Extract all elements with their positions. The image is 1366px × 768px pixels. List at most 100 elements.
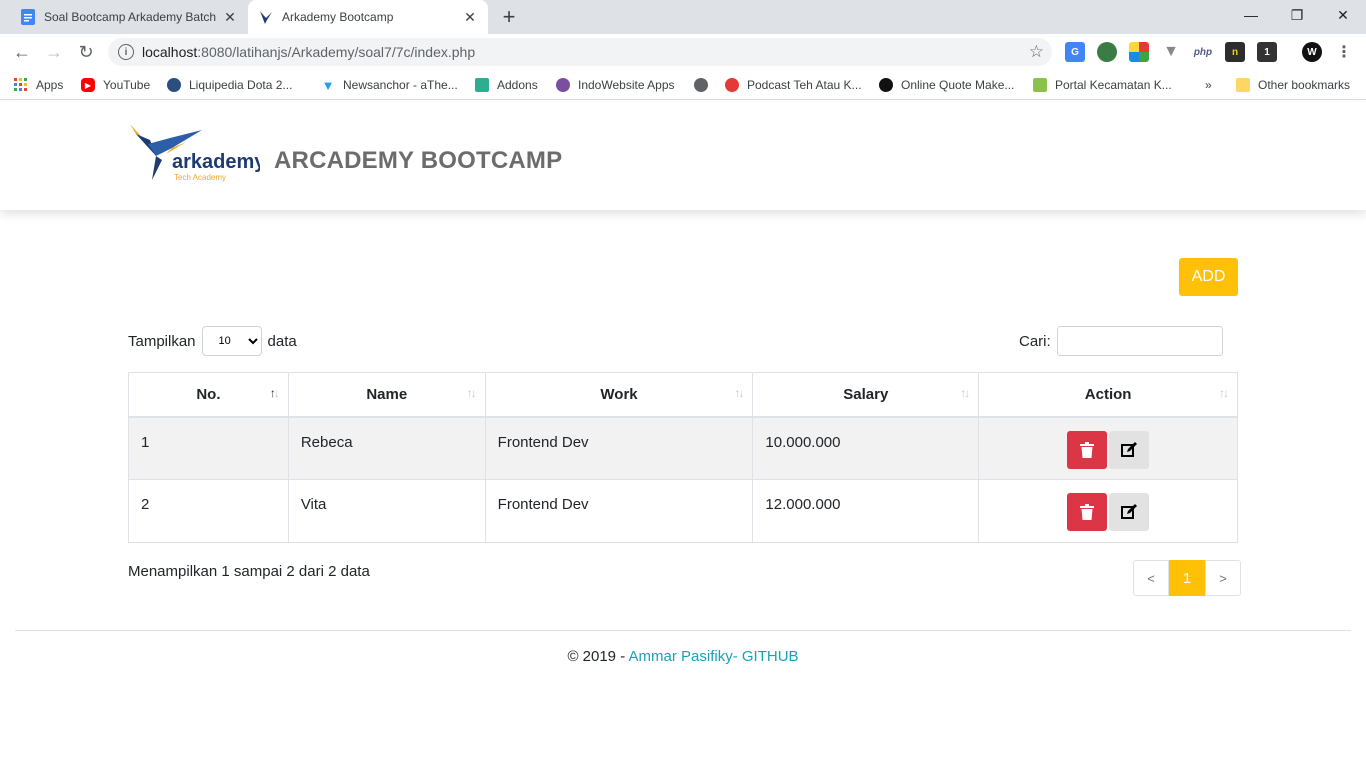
forward-icon[interactable]: → (42, 40, 66, 64)
bookmark-newsanchor[interactable]: ▼ Newsanchor - aThe... (321, 76, 458, 94)
edit-button[interactable] (1109, 430, 1150, 469)
column-header-name[interactable]: Name ↑↓ (287, 372, 486, 418)
portal-icon (1033, 78, 1047, 92)
tab-title: Soal Bootcamp Arkademy Batch (44, 10, 217, 24)
cell-work: Frontend Dev (484, 416, 754, 480)
extension-color-icon[interactable] (1129, 42, 1149, 62)
close-window-icon[interactable]: ✕ (1320, 0, 1366, 30)
indowebsite-icon (556, 78, 570, 92)
search-control: Cari: (1019, 326, 1223, 356)
pagination: < 1 > (1133, 560, 1241, 596)
table-header-row: No. ↑↓ Name ↑↓ Work ↑↓ Salary ↑↓ Action ↑↓ (128, 372, 1238, 418)
trash-icon (1080, 441, 1095, 458)
bookmark-liquipedia[interactable]: Liquipedia Dota 2... (167, 76, 292, 94)
page-length-control: Tampilkan 10 data (128, 326, 297, 356)
site-header: arkademy Tech Academy ARCADEMY BOOTCAMP (0, 102, 1366, 210)
browser-tabstrip: Soal Bootcamp Arkademy Batch ✕ Arkademy … (0, 0, 1366, 34)
menu-kebab-icon[interactable]: ⋮ (1334, 42, 1354, 62)
column-header-work[interactable]: Work ↑↓ (484, 372, 754, 418)
bookmark-globe[interactable] (694, 76, 716, 94)
bookmark-label: Online Quote Make... (901, 78, 1015, 92)
edit-icon (1121, 504, 1138, 519)
new-tab-button[interactable]: + (496, 4, 522, 29)
bookmark-other[interactable]: Other bookmarks (1236, 76, 1350, 94)
bookmark-youtube[interactable]: ▶ YouTube (81, 76, 150, 94)
cell-name: Vita (287, 479, 486, 543)
bookmark-online-quote[interactable]: Online Quote Make... (879, 76, 1014, 94)
column-header-no[interactable]: No. ↑↓ (128, 372, 289, 418)
footer-divider (15, 630, 1351, 631)
column-header-label: Work (600, 385, 638, 403)
google-translate-icon[interactable]: G (1065, 42, 1085, 62)
sort-icon: ↑↓ (1219, 386, 1229, 400)
bookmarks-bar: Apps ▶ YouTube Liquipedia Dota 2... ▼ Ne… (0, 70, 1366, 100)
close-tab-icon[interactable]: ✕ (460, 7, 480, 27)
column-header-action[interactable]: Action ↑↓ (978, 372, 1238, 418)
footer-copyright: © 2019 - (567, 648, 629, 665)
apps-grid-icon (14, 78, 28, 92)
site-info-icon[interactable]: i (118, 44, 134, 60)
extension-php-icon[interactable]: php (1193, 42, 1213, 62)
newsanchor-icon: ▼ (321, 77, 335, 93)
restore-icon[interactable]: ❐ (1274, 0, 1320, 30)
puzzle-icon (475, 78, 489, 92)
quote-icon (879, 78, 893, 92)
arkademy-logo[interactable]: arkademy Tech Academy (126, 122, 266, 184)
footer-github-link[interactable]: Ammar Pasifiky- GITHUB (629, 648, 799, 665)
add-button[interactable]: ADD (1179, 258, 1238, 296)
employee-table: No. ↑↓ Name ↑↓ Work ↑↓ Salary ↑↓ Action ↑↓ 1 … (128, 372, 1238, 543)
search-label: Cari: (1019, 332, 1051, 350)
bookmark-portal[interactable]: Portal Kecamatan K... (1033, 76, 1172, 94)
bookmark-indowebsite[interactable]: IndoWebsite Apps (556, 76, 675, 94)
close-tab-icon[interactable]: ✕ (220, 7, 240, 27)
table-row: 1 Rebeca Frontend Dev 10.000.000 (128, 416, 1238, 480)
bookmark-label: Portal Kecamatan K... (1055, 78, 1172, 92)
tab-arkademy-bootcamp[interactable]: Arkademy Bootcamp ✕ (248, 0, 488, 34)
folder-icon (1236, 78, 1250, 92)
column-header-salary[interactable]: Salary ↑↓ (752, 372, 980, 418)
sort-icon: ↑↓ (960, 386, 970, 400)
length-suffix-label: data (267, 332, 297, 350)
column-header-label: Name (366, 385, 408, 403)
pagination-page-1[interactable]: 1 (1169, 560, 1205, 596)
table-info: Menampilkan 1 sampai 2 dari 2 data (128, 563, 370, 580)
youtube-icon: ▶ (81, 78, 95, 92)
bookmark-label: Podcast Teh Atau K... (747, 78, 862, 92)
cell-salary: 12.000.000 (752, 479, 980, 543)
tab-soal-bootcamp[interactable]: Soal Bootcamp Arkademy Batch ✕ (8, 0, 248, 34)
reload-icon[interactable]: ↻ (74, 40, 98, 64)
extension-v-icon[interactable]: ▼ (1161, 42, 1181, 62)
bookmark-podcast[interactable]: Podcast Teh Atau K... (725, 76, 862, 94)
extension-globe-icon[interactable] (1097, 42, 1117, 62)
minimize-icon[interactable]: — (1228, 0, 1274, 30)
search-input[interactable] (1056, 326, 1223, 356)
bookmark-label: Addons (497, 78, 538, 92)
edit-button[interactable] (1109, 493, 1150, 531)
column-header-label: Salary (843, 385, 889, 403)
address-bar[interactable]: i localhost:8080/latihanjs/Arkademy/soal… (108, 38, 1052, 66)
cell-name: Rebeca (287, 416, 486, 480)
brand-title: ARCADEMY BOOTCAMP (274, 147, 563, 174)
extension-n-icon[interactable]: n (1225, 42, 1245, 62)
bookmark-addons[interactable]: Addons (475, 76, 538, 94)
bookmark-label: Apps (36, 78, 64, 92)
edit-icon (1121, 441, 1138, 457)
bookmarks-overflow-button[interactable]: » (1205, 76, 1212, 94)
extension-box-icon[interactable]: 1 (1257, 42, 1277, 62)
page-length-select[interactable]: 10 (201, 326, 262, 356)
profile-avatar-icon[interactable]: W (1302, 42, 1322, 62)
column-header-label: No. (196, 385, 221, 403)
pagination-prev-button[interactable]: < (1133, 560, 1169, 596)
delete-button[interactable] (1067, 493, 1108, 531)
arkademy-bird-icon (258, 9, 274, 25)
table-row: 2 Vita Frontend Dev 12.000.000 (128, 479, 1238, 543)
back-icon[interactable]: ← (10, 40, 34, 64)
sort-icon: ↑↓ (466, 386, 477, 400)
bookmark-apps[interactable]: Apps (14, 76, 63, 94)
address-host: localhost (142, 44, 198, 60)
address-path: :8080/latihanjs/Arkademy/soal7/7c/index.… (197, 44, 476, 60)
delete-button[interactable] (1067, 430, 1108, 469)
bookmark-star-icon[interactable]: ☆ (1029, 42, 1044, 62)
bookmark-label: Liquipedia Dota 2... (189, 78, 293, 92)
pagination-next-button[interactable]: > (1205, 560, 1241, 596)
